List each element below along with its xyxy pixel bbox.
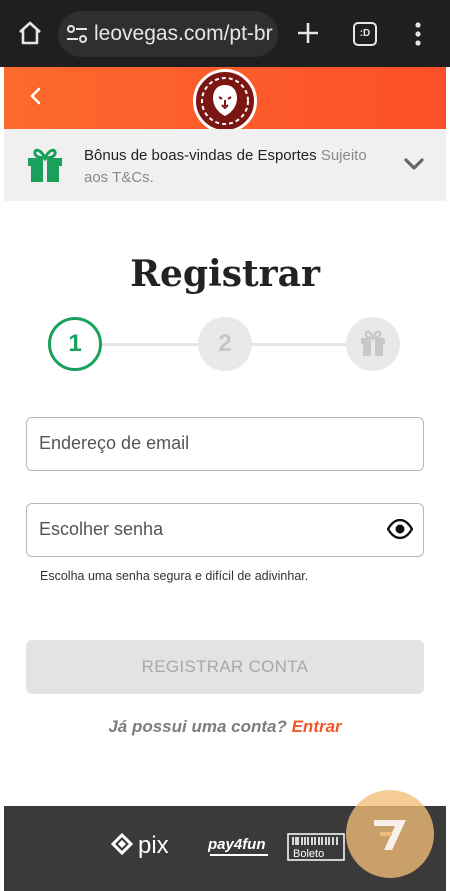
login-link[interactable]: Entrar — [292, 717, 342, 736]
app-shortcut-icon — [374, 820, 406, 850]
pay4fun-label: pay4fun — [208, 836, 266, 853]
leovegas-lion-logo[interactable] — [193, 69, 257, 133]
site-settings-icon[interactable] — [66, 24, 88, 44]
registration-stepper: 1 2 — [4, 317, 446, 378]
login-question: Já possui uma conta? — [108, 717, 287, 736]
pix-label: pix — [138, 832, 169, 859]
bonus-text: Bônus de boas-vindas de Esportes Sujeito… — [84, 145, 384, 189]
email-field[interactable] — [26, 417, 424, 471]
chevron-down-icon[interactable] — [403, 157, 425, 171]
floating-app-button[interactable] — [346, 790, 434, 878]
welcome-bonus-banner[interactable]: Bônus de boas-vindas de Esportes Sujeito… — [4, 129, 446, 201]
new-tab-icon[interactable] — [296, 21, 320, 45]
url-text: leovegas.com/pt-br — [94, 22, 273, 45]
screen: leovegas.com/pt-br :D Bônus de boas-vind… — [0, 0, 450, 891]
register-account-button[interactable]: REGISTRAR CONTA — [26, 640, 424, 694]
gift-icon — [361, 330, 385, 356]
step-1: 1 — [48, 317, 102, 371]
password-hint: Escolha uma senha segura e difícil de ad… — [40, 569, 309, 583]
password-input[interactable] — [39, 504, 369, 555]
page-title: Registrar — [130, 253, 320, 295]
pix-logo: pix — [110, 832, 192, 867]
step-2: 2 — [198, 317, 252, 371]
password-field[interactable] — [26, 503, 424, 557]
registration-form: Registrar 1 2 Endereço de email Escolha … — [4, 201, 446, 806]
boleto-label: Boleto — [293, 848, 324, 860]
show-password-icon[interactable] — [387, 519, 413, 539]
back-arrow-icon[interactable] — [28, 87, 44, 105]
more-options-icon[interactable] — [414, 22, 422, 46]
step-connector — [102, 343, 198, 346]
login-prompt: Já possui uma conta? Entrar — [4, 717, 446, 737]
home-icon[interactable] — [17, 20, 43, 46]
payments-footer: pix pay4fun Boleto — [4, 790, 446, 891]
browser-toolbar: leovegas.com/pt-br :D — [0, 0, 450, 67]
address-bar[interactable]: leovegas.com/pt-br — [58, 11, 278, 57]
email-input[interactable] — [39, 418, 369, 469]
gift-icon — [28, 148, 62, 182]
tab-switcher-button[interactable]: :D — [353, 22, 377, 46]
boleto-logo: Boleto — [287, 832, 345, 867]
bonus-title: Bônus de boas-vindas de Esportes — [84, 147, 317, 164]
step-connector — [252, 343, 346, 346]
pay4fun-logo: pay4fun — [207, 832, 278, 867]
step-reward — [346, 317, 400, 371]
site-header — [4, 67, 446, 133]
